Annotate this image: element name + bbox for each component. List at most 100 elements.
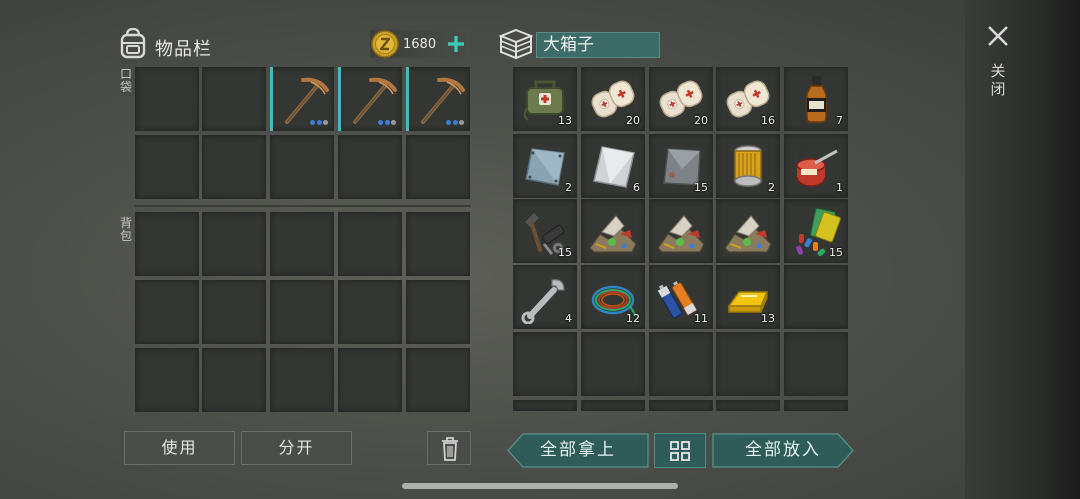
- item-quantity: 20: [626, 114, 640, 127]
- box-slot[interactable]: 2: [716, 134, 780, 198]
- put-all-button[interactable]: 全部放入: [712, 433, 854, 468]
- pocket-slot[interactable]: [270, 67, 334, 131]
- pocket-slot[interactable]: [270, 135, 334, 199]
- backpack-slot[interactable]: [406, 212, 470, 276]
- backpack-slot[interactable]: [135, 212, 199, 276]
- box-slot[interactable]: [784, 265, 848, 329]
- pocket-slot[interactable]: [406, 135, 470, 199]
- box-slot[interactable]: 15: [649, 134, 713, 198]
- home-indicator[interactable]: [402, 483, 678, 489]
- box-slot[interactable]: 1: [784, 134, 848, 198]
- take-all-label: 全部拿上: [540, 440, 616, 460]
- durability-dot: [378, 120, 383, 125]
- section-divider: [135, 205, 471, 207]
- box-slot[interactable]: 7: [784, 67, 848, 131]
- backpack-slot[interactable]: [338, 280, 402, 344]
- pickaxe-icon: [421, 77, 465, 124]
- durability-dot: [446, 120, 451, 125]
- take-all-button[interactable]: 全部拿上: [507, 433, 649, 468]
- box-slot[interactable]: [581, 400, 645, 411]
- discard-button[interactable]: [427, 431, 471, 465]
- box-slot[interactable]: 12: [581, 265, 645, 329]
- box-slot[interactable]: [784, 332, 848, 396]
- box-slot[interactable]: [716, 199, 780, 263]
- backpack-slot[interactable]: [270, 212, 334, 276]
- backpack-slot[interactable]: [270, 348, 334, 412]
- item-quantity: 20: [694, 114, 708, 127]
- backpack-label: 背包: [119, 216, 132, 243]
- backpack-slot[interactable]: [202, 348, 266, 412]
- backpack-slot[interactable]: [338, 212, 402, 276]
- pocket-slot[interactable]: [338, 67, 402, 131]
- wrench-icon: [521, 279, 565, 324]
- add-currency-button[interactable]: [443, 30, 469, 58]
- pocket-slot[interactable]: [135, 135, 199, 199]
- close-button[interactable]: [982, 20, 1014, 52]
- item-quantity: 11: [694, 312, 708, 325]
- durability-dot: [391, 120, 396, 125]
- split-button[interactable]: 分开: [241, 431, 352, 465]
- box-slot[interactable]: 4: [513, 265, 577, 329]
- pocket-slot[interactable]: [406, 67, 470, 131]
- box-icon: [498, 27, 534, 61]
- backpack-slot[interactable]: [202, 212, 266, 276]
- box-slot[interactable]: [513, 332, 577, 396]
- close-label: 关闭: [990, 62, 1006, 98]
- box-slot[interactable]: [581, 332, 645, 396]
- use-button[interactable]: 使用: [124, 431, 235, 465]
- box-slot[interactable]: 13: [513, 67, 577, 131]
- pocket-slot[interactable]: [202, 135, 266, 199]
- box-slot[interactable]: 20: [649, 67, 713, 131]
- backpack-slot[interactable]: [135, 280, 199, 344]
- backpack-slot[interactable]: [202, 280, 266, 344]
- pocket-slot[interactable]: [338, 135, 402, 199]
- close-icon: [988, 26, 1008, 46]
- box-slot[interactable]: 6: [581, 134, 645, 198]
- durability-dot: [316, 120, 322, 125]
- item-quantity: 6: [633, 181, 640, 194]
- durability-dots: [446, 120, 464, 125]
- box-slot[interactable]: 13: [716, 265, 780, 329]
- metal-plate-silver-icon: [593, 146, 635, 188]
- backpack-slot[interactable]: [406, 280, 470, 344]
- scrap-pile-icon: [724, 215, 772, 253]
- side-shade: [965, 0, 1080, 499]
- backpack-slot[interactable]: [406, 348, 470, 412]
- plus-icon: [448, 36, 464, 52]
- durability-dot: [452, 120, 458, 125]
- box-slot[interactable]: [581, 199, 645, 263]
- box-slot[interactable]: [716, 400, 780, 411]
- box-slot[interactable]: [649, 199, 713, 263]
- item-quantity: 2: [768, 181, 775, 194]
- box-slot[interactable]: [784, 400, 848, 411]
- durability-dot: [323, 120, 328, 125]
- backpack-slot[interactable]: [135, 348, 199, 412]
- scrap-pile-icon: [657, 215, 705, 253]
- put-all-label: 全部放入: [745, 440, 821, 460]
- item-quantity: 15: [829, 246, 843, 259]
- backpack-slot[interactable]: [270, 280, 334, 344]
- box-slot[interactable]: 11: [649, 265, 713, 329]
- coin-icon: [370, 29, 400, 59]
- pocket-slot[interactable]: [202, 67, 266, 131]
- pickaxe-icon: [285, 77, 329, 124]
- whiskey-bottle-icon: [806, 76, 827, 123]
- durability-dots: [378, 120, 396, 125]
- box-slot[interactable]: 16: [716, 67, 780, 131]
- box-slot[interactable]: [716, 332, 780, 396]
- box-slot[interactable]: [513, 400, 577, 411]
- box-slot[interactable]: 20: [581, 67, 645, 131]
- durability-dot: [384, 120, 390, 125]
- pocket-slot[interactable]: [135, 67, 199, 131]
- item-quantity: 4: [565, 312, 572, 325]
- durability-dot: [459, 120, 464, 125]
- backpack-slot[interactable]: [338, 348, 402, 412]
- box-slot[interactable]: 15: [513, 199, 577, 263]
- sort-button[interactable]: [654, 433, 706, 468]
- box-slot[interactable]: 15: [784, 199, 848, 263]
- box-slot[interactable]: [649, 400, 713, 411]
- box-slot[interactable]: [649, 332, 713, 396]
- inventory-title: 物品栏: [155, 39, 212, 60]
- item-quantity: 13: [558, 114, 572, 127]
- box-slot[interactable]: 2: [513, 134, 577, 198]
